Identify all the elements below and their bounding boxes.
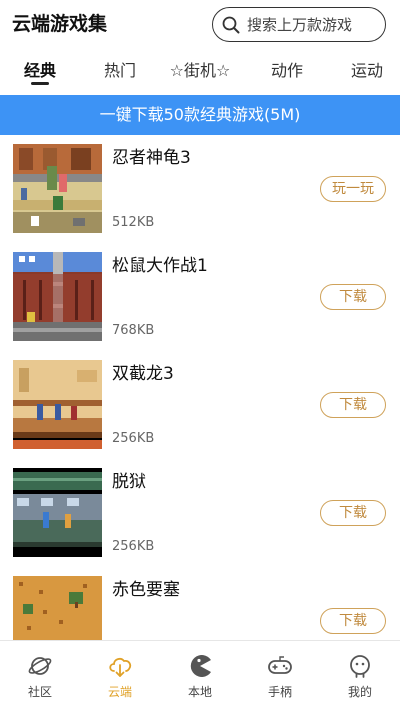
game-name: 赤色要塞 [112,580,180,600]
bottom-nav: 社区 云端 本地 手柄 我的 [0,640,400,711]
game-name: 双截龙3 [112,364,174,384]
game-size: 256KB [112,431,155,446]
nav-label: 云端 [107,685,132,699]
nav-local[interactable]: 本地 [160,641,240,711]
tab-sports[interactable]: 运动 [327,60,400,82]
top-bar: 云端游戏集 [0,0,400,50]
download-button[interactable]: 下载 [320,392,386,418]
game-thumbnail [13,252,102,341]
tab-hot[interactable]: 热门 [80,60,160,82]
gamepad-icon [268,656,292,674]
nav-label: 手柄 [267,685,292,699]
active-tab-indicator [31,82,49,85]
pacman-icon [190,655,211,677]
planet-icon [28,657,52,675]
game-size: 768KB [112,323,155,338]
category-tabs: 经典 热门 ☆街机☆ 动作 运动 [0,50,400,94]
game-thumbnail [13,360,102,449]
nav-label: 我的 [347,685,372,699]
game-list: 忍者神龟3 512KB 玩一玩 松鼠大作战1 768KB 下载 双截龙3 256… [0,135,400,640]
tab-classic[interactable]: 经典 [0,60,80,82]
game-size: 512KB [112,215,155,230]
list-item[interactable]: 赤色要塞 下载 [0,567,400,640]
nav-cloud[interactable]: 云端 [80,641,160,711]
list-item[interactable]: 脱狱 256KB 下载 [0,459,400,567]
search-icon [222,16,240,34]
game-thumbnail [13,144,102,233]
cloud-download-icon [109,657,132,677]
game-name: 松鼠大作战1 [112,256,208,276]
nav-community[interactable]: 社区 [0,641,80,711]
tab-action[interactable]: 动作 [247,60,327,82]
download-button[interactable]: 下载 [320,608,386,634]
list-item[interactable]: 双截龙3 256KB 下载 [0,351,400,459]
game-size: 256KB [112,539,155,554]
nav-label: 本地 [187,685,212,699]
game-thumbnail [13,576,102,640]
list-item[interactable]: 松鼠大作战1 768KB 下载 [0,243,400,351]
search-box[interactable] [212,7,386,42]
tab-arcade[interactable]: ☆街机☆ [160,60,240,82]
nav-gamepad[interactable]: 手柄 [240,641,320,711]
game-name: 脱狱 [112,472,146,492]
game-thumbnail [13,468,102,557]
download-button[interactable]: 下载 [320,500,386,526]
search-input[interactable] [247,14,381,36]
play-button[interactable]: 玩一玩 [320,176,386,202]
game-name: 忍者神龟3 [112,148,191,168]
profile-icon [350,655,370,678]
app-title: 云端游戏集 [12,13,108,35]
download-all-banner[interactable]: 一键下载50款经典游戏(5M) [0,95,400,135]
download-button[interactable]: 下载 [320,284,386,310]
nav-profile[interactable]: 我的 [320,641,400,711]
nav-label: 社区 [27,685,52,699]
list-item[interactable]: 忍者神龟3 512KB 玩一玩 [0,135,400,243]
